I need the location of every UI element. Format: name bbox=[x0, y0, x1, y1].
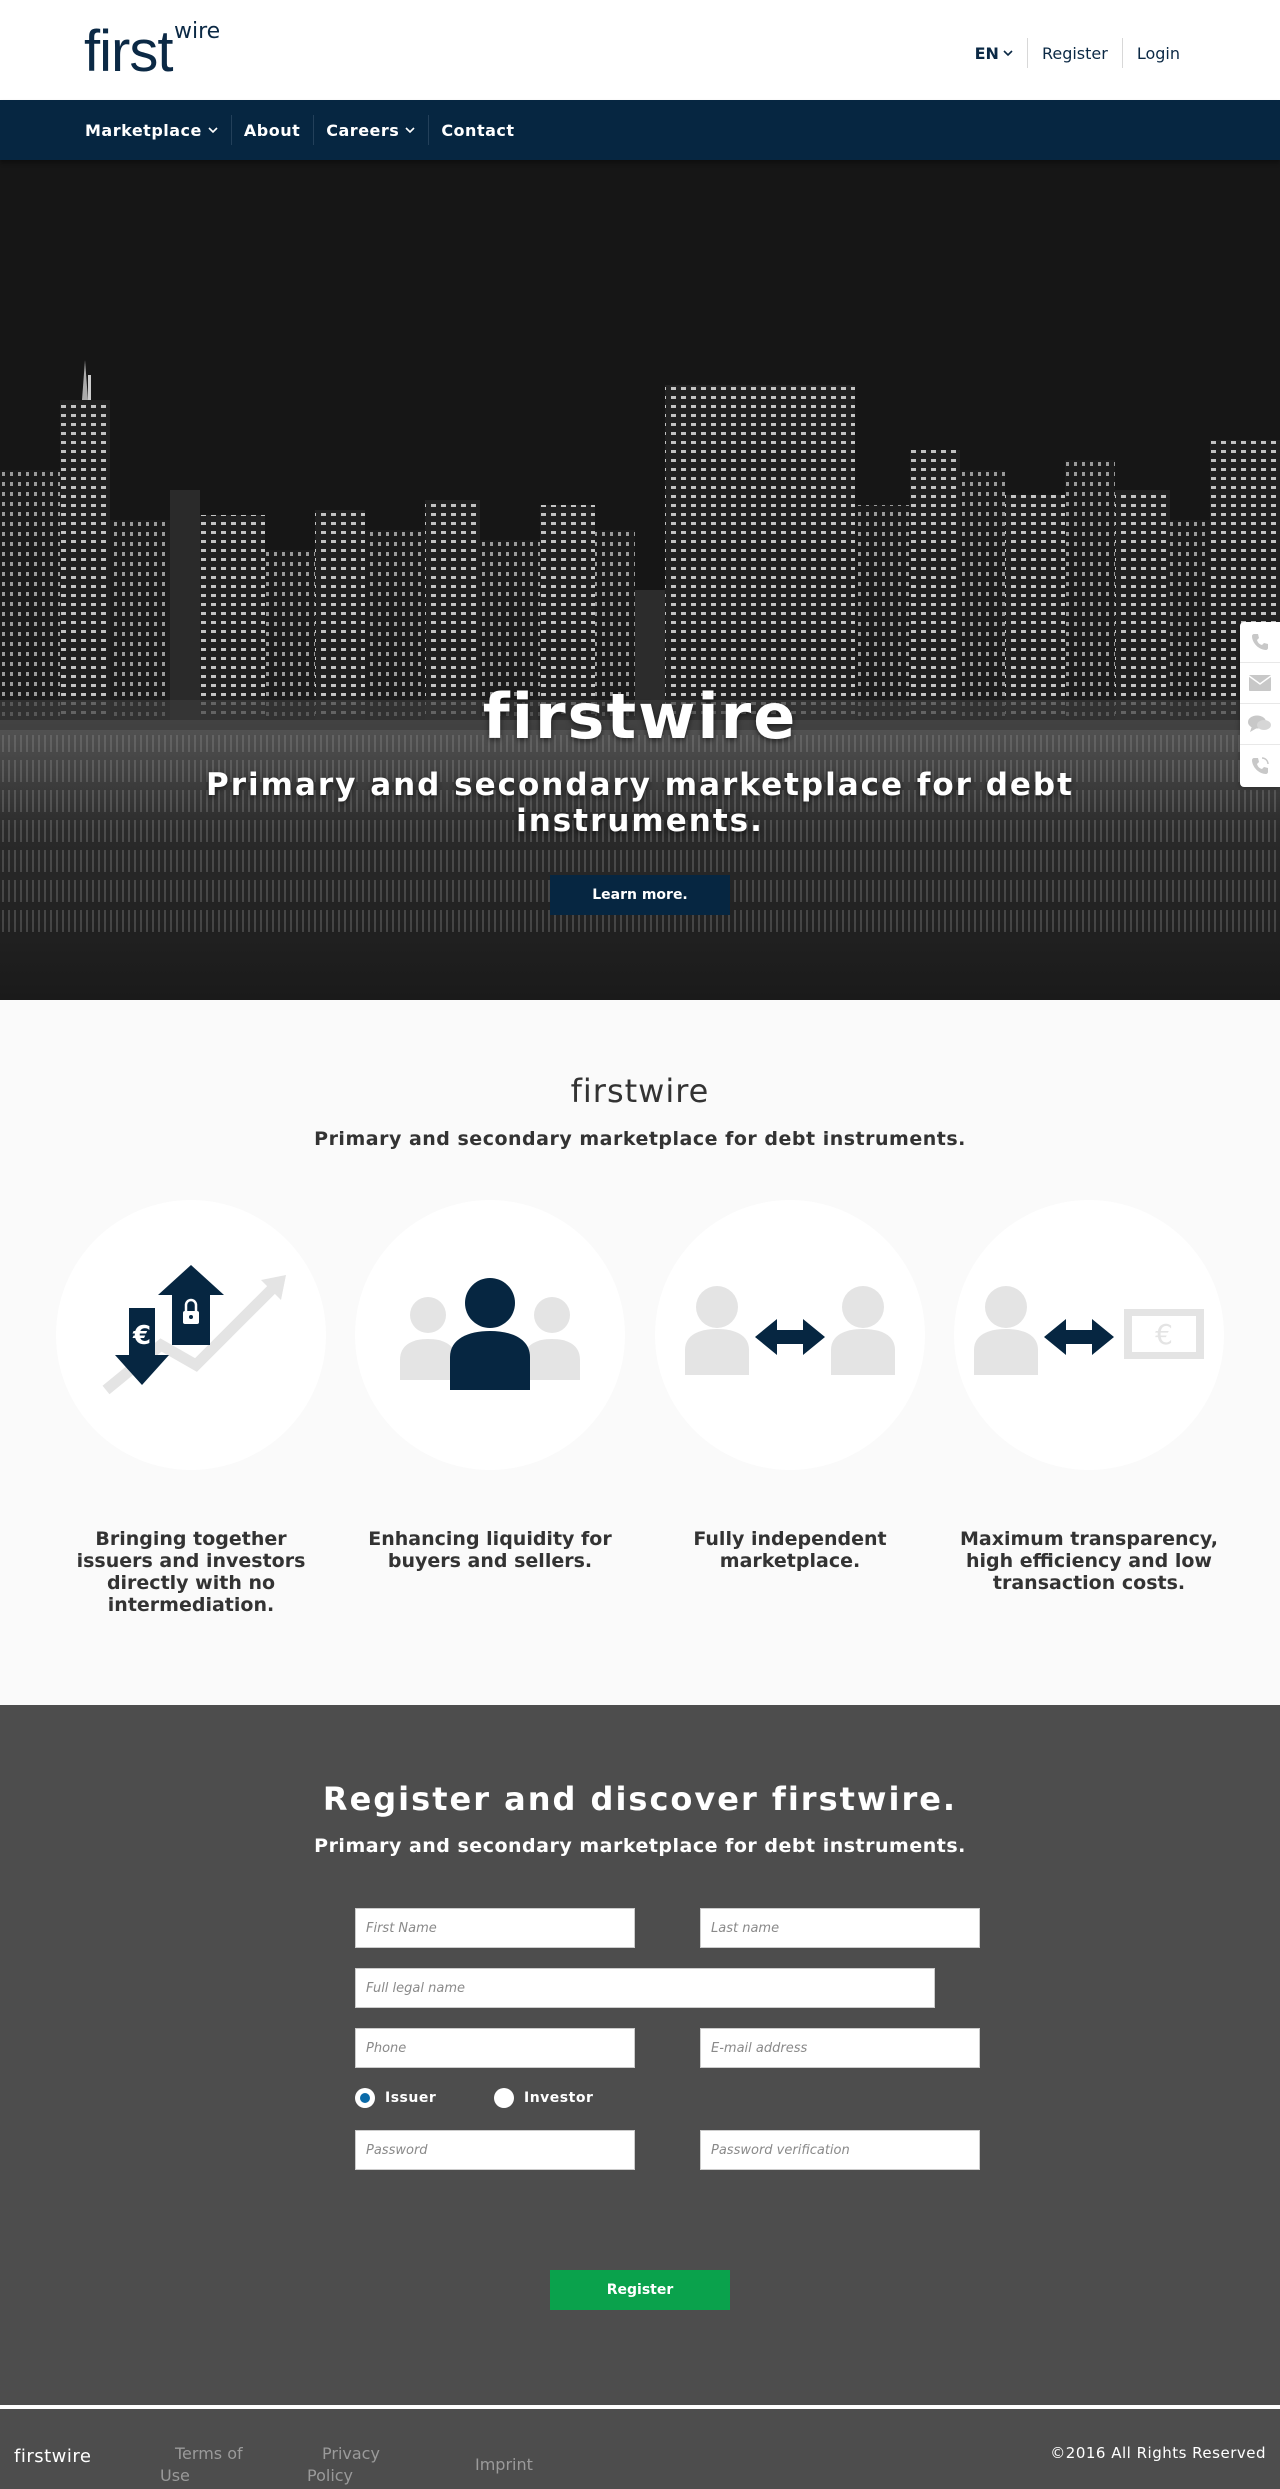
top-nav: EN Register Login bbox=[975, 36, 1180, 70]
chevron-down-icon bbox=[405, 127, 415, 134]
nav-item-label: Contact bbox=[441, 120, 515, 140]
issuer-radio[interactable]: Issuer bbox=[355, 2088, 436, 2108]
nav-item-label: Marketplace bbox=[85, 120, 202, 140]
password-input[interactable] bbox=[355, 2130, 635, 2170]
chat-icon[interactable] bbox=[1240, 704, 1280, 745]
svg-text:€: € bbox=[132, 1321, 151, 1351]
feature-card: € Bringing together issuers and investor… bbox=[56, 1200, 326, 1616]
footer-logo[interactable]: firstwire bbox=[14, 2446, 91, 2467]
copyright-text: ©2016 All Rights Reserved bbox=[1050, 2444, 1266, 2462]
register-subtitle: Primary and secondary marketplace for de… bbox=[314, 1835, 966, 1857]
feature-text: Fully independent marketplace. bbox=[693, 1528, 887, 1572]
feature-card: Enhancing liquidity for buyers and selle… bbox=[355, 1200, 625, 1572]
register-section: Register and discover firstwire. Primary… bbox=[0, 1705, 1280, 2405]
nav-item-label: About bbox=[243, 120, 301, 140]
mail-icon[interactable] bbox=[1240, 663, 1280, 704]
imprint-link[interactable]: Imprint bbox=[475, 2454, 533, 2476]
terms-link[interactable]: Terms of Use bbox=[160, 2443, 260, 2487]
nav-item-careers[interactable]: Careers bbox=[313, 100, 428, 160]
register-button[interactable]: Register bbox=[550, 2270, 730, 2310]
feature-card: Fully independent marketplace. bbox=[655, 1200, 925, 1572]
feature-text: Bringing together issuers and investors … bbox=[76, 1528, 306, 1616]
phone-icon[interactable] bbox=[1240, 622, 1280, 663]
logo[interactable]: first wire bbox=[84, 19, 234, 84]
user-money-exchange-icon: € bbox=[974, 1286, 1204, 1375]
language-label: EN bbox=[974, 43, 999, 63]
exchange-arrows-icon: € bbox=[102, 1265, 286, 1395]
callback-icon[interactable] bbox=[1240, 745, 1280, 786]
phone-input[interactable] bbox=[355, 2028, 635, 2068]
radio-checked bbox=[355, 2088, 375, 2108]
feature-card: € Maximum transparency, high efficiency … bbox=[954, 1200, 1224, 1594]
hero-title: firstwire bbox=[482, 680, 798, 753]
first-name-input[interactable] bbox=[355, 1908, 635, 1948]
language-selector[interactable]: EN bbox=[975, 44, 1027, 63]
city-skyline-image bbox=[0, 160, 1280, 1000]
last-name-input[interactable] bbox=[700, 1908, 980, 1948]
intro-subtitle: Primary and secondary marketplace for de… bbox=[314, 1128, 966, 1150]
site-header: first wire EN Register Login bbox=[0, 0, 1280, 100]
users-group-icon bbox=[400, 1278, 580, 1390]
hero-subtitle: Primary and secondary marketplace for de… bbox=[206, 767, 1074, 839]
email-input[interactable] bbox=[700, 2028, 980, 2068]
issuer-radio-label: Issuer bbox=[385, 2090, 437, 2106]
login-link[interactable]: Login bbox=[1123, 44, 1180, 63]
logo-wire: wire bbox=[174, 19, 221, 44]
feature-text: Maximum transparency, high efficiency an… bbox=[960, 1528, 1218, 1594]
hero-section: firstwire Primary and secondary marketpl… bbox=[0, 160, 1280, 1000]
nav-item-marketplace[interactable]: Marketplace bbox=[72, 100, 231, 160]
chevron-down-icon bbox=[1003, 50, 1013, 57]
radio-unchecked bbox=[494, 2088, 514, 2108]
feature-circle bbox=[355, 1200, 625, 1470]
register-title: Register and discover firstwire. bbox=[322, 1780, 958, 1818]
nav-item-about[interactable]: About bbox=[230, 100, 313, 160]
investor-radio[interactable]: Investor bbox=[494, 2088, 593, 2108]
feature-circle: € bbox=[56, 1200, 326, 1470]
main-nav: Marketplace About Careers Contact bbox=[0, 100, 1280, 160]
nav-item-label: Careers bbox=[326, 120, 400, 140]
chevron-down-icon bbox=[208, 127, 218, 134]
contact-side-widget bbox=[1240, 622, 1280, 787]
legal-name-input[interactable] bbox=[355, 1968, 935, 2008]
password-verify-input[interactable] bbox=[700, 2130, 980, 2170]
logo-first: first bbox=[84, 19, 173, 84]
intro-title: firstwire bbox=[570, 1072, 710, 1110]
svg-text:€: € bbox=[1155, 1318, 1173, 1351]
nav-item-contact[interactable]: Contact bbox=[428, 100, 527, 160]
feature-circle bbox=[655, 1200, 925, 1470]
peer-to-peer-icon bbox=[685, 1286, 895, 1375]
feature-text: Enhancing liquidity for buyers and selle… bbox=[368, 1528, 612, 1572]
site-footer: firstwire Terms of Use Privacy Policy Im… bbox=[0, 2409, 1280, 2489]
feature-circle: € bbox=[954, 1200, 1224, 1470]
investor-radio-label: Investor bbox=[524, 2090, 594, 2106]
privacy-link[interactable]: Privacy Policy bbox=[307, 2443, 407, 2487]
learn-more-button[interactable]: Learn more. bbox=[550, 875, 730, 915]
register-link[interactable]: Register bbox=[1028, 44, 1122, 63]
